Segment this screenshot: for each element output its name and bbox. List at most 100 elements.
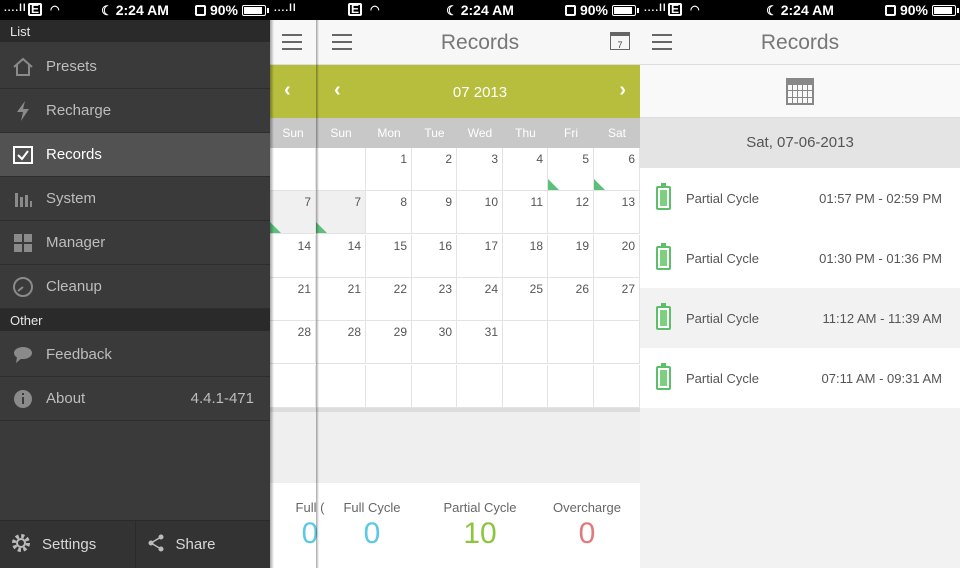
drawer-item-records[interactable]: Records <box>0 133 270 177</box>
calendar-day-cell[interactable]: 31 <box>457 321 503 365</box>
drawer-item-presets[interactable]: Presets <box>0 45 270 89</box>
calendar-day-cell[interactable]: 27 <box>594 277 640 321</box>
calendar-grid: 1 2 3 4 5 6 7 7 8 9 10 11 12 13 14 14 15 16 17 18 19 20 21 21 22… <box>270 148 640 408</box>
calendar-day-cell[interactable]: 14 <box>270 234 316 278</box>
weekday-label: Tue <box>424 126 445 140</box>
battery-icon <box>932 4 959 16</box>
record-marker <box>594 179 605 190</box>
share-label: Share <box>175 536 216 553</box>
weekday-label: Sun <box>330 126 352 140</box>
record-row[interactable]: Partial Cycle 01:57 PM - 02:59 PM <box>640 168 960 228</box>
battery-icon <box>640 303 686 330</box>
record-time: 07:11 AM - 09:31 AM <box>821 370 942 386</box>
calendar-day-cell[interactable]: 17 <box>457 234 503 278</box>
menu-icon[interactable] <box>282 34 302 50</box>
calendar-day-cell[interactable]: 25 <box>503 277 548 321</box>
record-time: 11:12 AM - 11:39 AM <box>822 310 942 326</box>
record-row[interactable]: Partial Cycle 07:11 AM - 09:31 AM <box>640 348 960 408</box>
records-screen: ....ll E ◠ ☾ 2:24 AM 90% Records Sat, 07-… <box>640 0 960 568</box>
calendar-icon[interactable]: 7 <box>610 32 630 50</box>
calendar-day-cell[interactable] <box>270 364 316 408</box>
calendar-day-cell[interactable]: 8 <box>366 191 412 235</box>
calendar-day-cell[interactable]: 9 <box>412 191 457 235</box>
lock-rotation-icon <box>564 4 576 16</box>
divider <box>270 408 640 412</box>
calendar-day-cell[interactable]: 13 <box>594 191 640 235</box>
record-type: Partial Cycle <box>686 310 759 326</box>
calendar-day-cell[interactable]: 5 <box>548 148 594 191</box>
calendar-day-cell[interactable]: 15 <box>366 234 412 278</box>
prev-month-icon-behind[interactable]: ‹ <box>284 79 291 102</box>
checkbox-icon <box>0 145 46 165</box>
drawer-item-about[interactable]: About 4.4.1-471 <box>0 377 270 421</box>
calendar-icon-day: 7 <box>617 40 623 50</box>
summary-label: Full ( <box>295 500 325 515</box>
calendar-day-cell[interactable]: 16 <box>412 234 457 278</box>
calendar-day-cell[interactable]: 23 <box>412 277 457 321</box>
calendar-day-cell[interactable]: 7 <box>270 191 316 235</box>
summary-label: Overcharge <box>553 500 621 515</box>
signal-icon: ....ll <box>274 3 297 14</box>
calendar-toggle-bar <box>640 65 960 118</box>
moon-icon: ☾ <box>766 3 778 18</box>
calendar-grid-icon[interactable] <box>786 78 814 105</box>
calendar-day-cell[interactable]: 28 <box>270 321 316 365</box>
calendar-day-cell[interactable] <box>270 148 316 191</box>
drawer-bottom-bar: Settings Share <box>0 520 270 568</box>
calendar-day-cell[interactable]: 1 <box>366 148 412 191</box>
settings-button[interactable]: Settings <box>0 521 135 568</box>
record-row[interactable]: Partial Cycle 11:12 AM - 11:39 AM <box>640 288 960 348</box>
status-bar: ....ll E ◠ ☾ 2:24 AM 90% <box>0 0 270 20</box>
record-row[interactable]: Partial Cycle 01:30 PM - 01:36 PM <box>640 228 960 288</box>
calendar-day-cell[interactable]: 24 <box>457 277 503 321</box>
calendar-day-cell <box>503 321 548 365</box>
calendar-day-cell <box>366 364 412 408</box>
section-header-list: List <box>0 20 270 42</box>
battery-percent: 90% <box>579 2 608 18</box>
calendar-day-cell[interactable]: 26 <box>548 277 594 321</box>
calendar-day-cell[interactable]: 22 <box>366 277 412 321</box>
weekday-label: Sat <box>607 126 626 140</box>
summary-behind: Full ( 0 <box>290 500 330 551</box>
calendar-day-cell[interactable]: 4 <box>503 148 548 191</box>
calendar-day-cell[interactable]: 14 <box>316 234 366 278</box>
nav-drawer: ....ll E ◠ ☾ 2:24 AM 90% List Presets Rec… <box>0 0 270 568</box>
calendar-day-cell[interactable]: 6 <box>594 148 640 191</box>
calendar-day-cell[interactable]: 19 <box>548 234 594 278</box>
bar-chart-icon <box>0 189 46 209</box>
moon-icon: ☾ <box>101 3 113 18</box>
calendar-day-cell[interactable]: 2 <box>412 148 457 191</box>
calendar-day-cell[interactable]: 11 <box>503 191 548 235</box>
battery-icon <box>612 4 639 16</box>
share-button[interactable]: Share <box>134 521 271 568</box>
calendar-day-cell[interactable]: 7 <box>316 191 366 235</box>
status-time: 2:24 AM <box>780 2 834 18</box>
drawer-item-label: Recharge <box>46 102 112 119</box>
drawer-item-cleanup[interactable]: Cleanup <box>0 265 270 309</box>
calendar-day-cell[interactable]: 20 <box>594 234 640 278</box>
summary-label: Partial Cycle <box>443 500 517 515</box>
drawer-item-system[interactable]: System <box>0 177 270 221</box>
status-bar: ....ll E ◠ ☾ 2:24 AM 90% <box>270 0 640 20</box>
calendar-day-cell[interactable]: 21 <box>316 277 366 321</box>
battery-percent: 90% <box>899 2 928 18</box>
calendar-day-cell[interactable]: 10 <box>457 191 503 235</box>
calendar-day-cell[interactable]: 18 <box>503 234 548 278</box>
calendar-day-cell <box>503 364 548 408</box>
app-version: 4.4.1-471 <box>190 390 254 407</box>
weekday-label: Fri <box>564 126 578 140</box>
calendar-day-cell[interactable]: 30 <box>412 321 457 365</box>
calendar-day-cell[interactable]: 21 <box>270 277 316 321</box>
calendar-screen: ....ll E ◠ ☾ 2:24 AM 90% Records 7 ‹ ‹ 07… <box>270 0 640 568</box>
record-type: Partial Cycle <box>686 370 759 386</box>
calendar-day-cell[interactable]: 3 <box>457 148 503 191</box>
drawer-item-feedback[interactable]: Feedback <box>0 333 270 377</box>
calendar-day-cell[interactable]: 29 <box>366 321 412 365</box>
status-time: 2:24 AM <box>460 2 514 18</box>
calendar-day-cell[interactable]: 12 <box>548 191 594 235</box>
calendar-day-cell[interactable]: 28 <box>316 321 366 365</box>
next-month-button[interactable]: › <box>619 79 626 102</box>
drawer-item-manager[interactable]: Manager <box>0 221 270 265</box>
summary-value: 10 <box>463 517 497 550</box>
drawer-item-recharge[interactable]: Recharge <box>0 89 270 133</box>
